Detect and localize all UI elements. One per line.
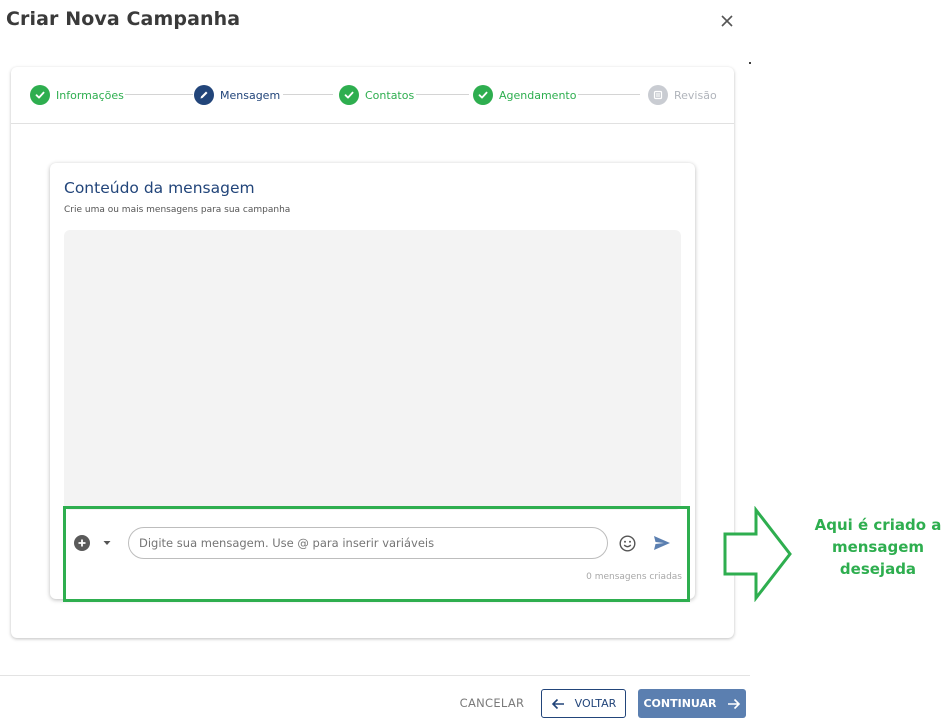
step-connector [578,94,640,95]
panel-title: Conteúdo da mensagem [64,179,255,197]
back-button[interactable]: VOLTAR [541,689,626,718]
list-icon [648,85,668,105]
check-icon [30,85,50,105]
step-label: Informações [56,88,124,102]
check-icon [473,85,493,105]
step-agendamento[interactable]: Agendamento [473,85,576,105]
messages-list-area [64,230,681,510]
arrow-right-icon [723,506,792,602]
panel-subtitle: Crie uma ou mais mensagens para sua camp… [64,205,291,215]
arrow-left-icon [551,698,564,709]
check-icon [339,85,359,105]
close-icon[interactable] [716,10,738,32]
step-label: Revisão [674,88,717,102]
highlight-box [63,506,690,602]
arrow-right-icon [727,698,740,709]
continue-button[interactable]: CONTINUAR [638,689,746,718]
footer-divider [0,675,750,676]
step-connector [283,94,333,95]
back-button-label: VOLTAR [574,697,617,710]
step-label: Agendamento [499,88,577,102]
step-mensagem[interactable]: Mensagem [194,85,280,105]
step-contatos[interactable]: Contatos [339,85,414,105]
step-revisao[interactable]: Revisão [648,85,717,105]
stepper: Informações Mensagem Contatos Agendament… [11,67,734,124]
continue-button-label: CONTINUAR [643,697,717,710]
step-label: Mensagem [220,88,281,102]
step-label: Contatos [365,88,415,102]
step-informacoes[interactable]: Informações [30,85,124,105]
dialog-title: Criar Nova Campanha [6,8,241,30]
step-connector [416,94,469,95]
pencil-icon [194,85,214,105]
annotation-text: Aqui é criado a mensagem desejada [814,516,942,578]
step-connector [125,94,193,95]
cancel-button[interactable]: CANCELAR [453,689,531,717]
stray-dot [749,62,751,64]
